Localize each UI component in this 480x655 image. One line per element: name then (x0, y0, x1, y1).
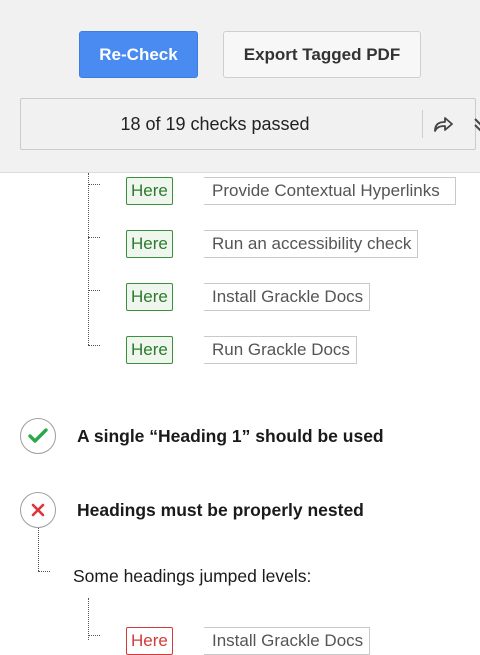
toolbar: Re-Check Export Tagged PDF 18 of 19 chec… (0, 0, 480, 173)
link-label-tag: Run an accessibility check (204, 230, 419, 258)
here-link[interactable]: Here (126, 177, 173, 205)
double-chevron-down-icon[interactable] (468, 112, 480, 136)
tree-branch (88, 237, 100, 238)
check-title: A single “Heading 1” should be used (77, 426, 384, 446)
link-label-tag: Provide Contextual Hyperlinks (204, 177, 456, 205)
here-link[interactable]: Here (126, 336, 173, 364)
tree-connector (38, 528, 39, 571)
share-icon[interactable] (431, 112, 455, 136)
check-detail: Some headings jumped levels: (73, 566, 312, 586)
link-label-tag: Run Grackle Docs (204, 336, 357, 364)
tree-branch (88, 184, 100, 185)
here-link[interactable]: Here (126, 627, 173, 655)
check-title: Headings must be properly nested (77, 500, 364, 520)
tree-branch (88, 345, 100, 346)
tree-branch (88, 635, 100, 636)
check-passed-icon (20, 418, 56, 454)
tree-branch (88, 290, 100, 291)
link-label-tag: Install Grackle Docs (204, 283, 371, 311)
link-label-tag: Install Grackle Docs (204, 627, 371, 655)
checks-list: Here Provide Contextual Hyperlinks Here … (0, 173, 480, 655)
tree-branch (38, 571, 50, 572)
export-tagged-pdf-button[interactable]: Export Tagged PDF (223, 31, 421, 78)
tree-connector (88, 598, 89, 640)
here-link[interactable]: Here (126, 230, 173, 258)
check-failed-icon (20, 492, 56, 528)
here-link[interactable]: Here (126, 283, 173, 311)
summary-divider (422, 110, 423, 138)
tree-connector (88, 173, 89, 345)
checks-summary-text: 18 of 19 checks passed (120, 113, 310, 134)
checks-summary-bar: 18 of 19 checks passed (20, 98, 480, 150)
recheck-button[interactable]: Re-Check (79, 31, 198, 78)
